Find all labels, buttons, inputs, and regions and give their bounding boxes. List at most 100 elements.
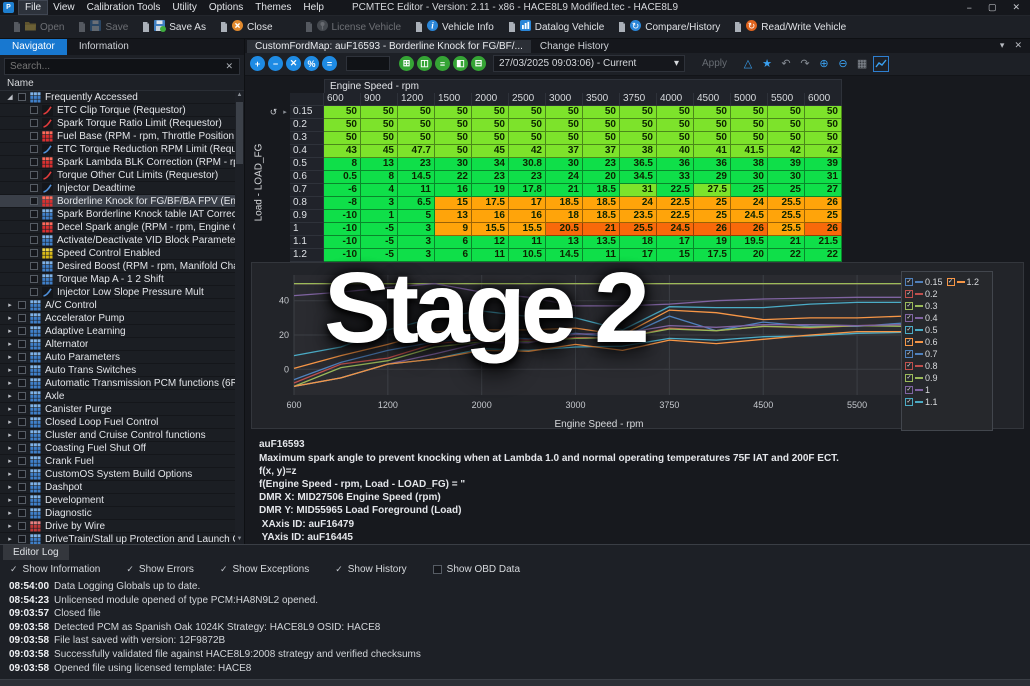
scroll-down-icon[interactable]: ▼	[235, 535, 244, 544]
tree-item-closed-loop-fuel-control[interactable]: ▸Closed Loop Fuel Control	[0, 416, 235, 429]
legend-checkbox[interactable]: ✓	[905, 326, 913, 334]
collapse-arrow-icon[interactable]: ▸	[6, 327, 14, 335]
tree-item-automatic-transmission-pcm-functions-6r80-10r80-5r55[interactable]: ▸Automatic Transmission PCM functions (6…	[0, 377, 235, 390]
map-cell[interactable]: 13	[361, 158, 398, 171]
tree-item-desired-boost-rpm-rpm-manifold-charge-temperat[interactable]: Desired Boost (RPM - rpm, Manifold Charg…	[0, 260, 235, 273]
map-cell[interactable]: 40	[657, 145, 694, 158]
map-cell[interactable]: 50	[583, 132, 620, 145]
legend-checkbox[interactable]: ✓	[905, 314, 913, 322]
legend-checkbox[interactable]: ✓	[905, 362, 913, 370]
tree-item-checkbox[interactable]	[30, 210, 38, 218]
filter-show-exceptions[interactable]: ✓Show Exceptions	[220, 564, 309, 575]
map-cell[interactable]: 21	[583, 223, 620, 236]
compare-history-button[interactable]: ↻Compare/History	[611, 17, 727, 37]
menu-themes[interactable]: Themes	[249, 1, 297, 14]
map-cell[interactable]: 50	[361, 106, 398, 119]
tree-item-etc-clip-torque-requestor[interactable]: ETC Clip Torque (Requestor)	[0, 104, 235, 117]
map-cell[interactable]: 36	[694, 158, 731, 171]
tree-item-a-c-control[interactable]: ▸A/C Control	[0, 299, 235, 312]
tree-item-checkbox[interactable]	[18, 392, 26, 400]
map-cell[interactable]: 15.5	[472, 223, 509, 236]
editor-log-tab[interactable]: Editor Log	[3, 545, 69, 560]
map-cell[interactable]: -5	[361, 236, 398, 249]
map-cell[interactable]: 50	[620, 132, 657, 145]
tree-item-checkbox[interactable]	[30, 262, 38, 270]
map-cell[interactable]: 3	[398, 249, 435, 262]
map-cell[interactable]: 50	[583, 119, 620, 132]
map-cell[interactable]: 50	[620, 119, 657, 132]
tree-item-canister-purge[interactable]: ▸Canister Purge	[0, 403, 235, 416]
map-cell[interactable]: 21	[768, 236, 805, 249]
tree-item-checkbox[interactable]	[18, 470, 26, 478]
map-cell[interactable]: 42	[768, 145, 805, 158]
map-cell[interactable]: 25.5	[768, 210, 805, 223]
tree-item-checkbox[interactable]	[18, 418, 26, 426]
map-cell[interactable]: -10	[324, 236, 361, 249]
map-cell[interactable]: 24.5	[731, 210, 768, 223]
tree-item-development[interactable]: ▸Development	[0, 494, 235, 507]
map-cell[interactable]: 23	[509, 171, 546, 184]
legend-checkbox[interactable]: ✓	[905, 374, 913, 382]
map-cell[interactable]: 50	[657, 106, 694, 119]
map-cell[interactable]: 50	[805, 106, 842, 119]
map-cell[interactable]: 50	[324, 132, 361, 145]
tree-item-spark-borderline-knock-table-iat-correction-mult-rp[interactable]: Spark Borderline Knock table IAT Correct…	[0, 208, 235, 221]
map-cell[interactable]: 6	[435, 236, 472, 249]
tree-item-torque-other-cut-limits-requestor[interactable]: Torque Other Cut Limits (Requestor)	[0, 169, 235, 182]
map-cell[interactable]: 50	[509, 106, 546, 119]
collapse-arrow-icon[interactable]: ▸	[6, 392, 14, 400]
collapse-arrow-icon[interactable]: ▸	[6, 405, 14, 413]
map-cell[interactable]: 34	[472, 158, 509, 171]
map-cell[interactable]: 23.5	[620, 210, 657, 223]
map-cell[interactable]: 42	[805, 145, 842, 158]
fill-split-button[interactable]: ◧	[453, 56, 468, 71]
map-cell[interactable]: 50	[398, 119, 435, 132]
map-cell[interactable]: 23	[472, 171, 509, 184]
tree-item-checkbox[interactable]	[30, 145, 38, 153]
map-cell[interactable]: 50	[546, 106, 583, 119]
tree-item-checkbox[interactable]	[18, 301, 26, 309]
tree-item-injector-deadtime[interactable]: Injector Deadtime	[0, 182, 235, 195]
tree-item-checkbox[interactable]	[30, 171, 38, 179]
map-cell[interactable]: 47.7	[398, 145, 435, 158]
map-cell[interactable]: 18.5	[583, 197, 620, 210]
map-cell[interactable]: 50	[398, 106, 435, 119]
map-cell[interactable]: 24	[546, 171, 583, 184]
map-cell[interactable]: 22.5	[657, 184, 694, 197]
fill-columns-button[interactable]: ◫	[417, 56, 432, 71]
collapse-arrow-icon[interactable]: ▸	[6, 509, 14, 517]
tree-item-checkbox[interactable]	[30, 275, 38, 283]
menu-help[interactable]: Help	[297, 1, 330, 14]
map-cell[interactable]: 25.5	[768, 197, 805, 210]
tree-item-speed-control-enabled[interactable]: Speed Control Enabled	[0, 247, 235, 260]
scrollbar-thumb[interactable]	[236, 102, 243, 164]
filter-show-history[interactable]: ✓Show History	[335, 564, 406, 575]
tree-item-checkbox[interactable]	[18, 483, 26, 491]
tree-item-checkbox[interactable]	[18, 522, 26, 530]
fill-range-button[interactable]: ⊟	[471, 56, 486, 71]
map-cell[interactable]: 22.5	[657, 210, 694, 223]
map-cell[interactable]: 19	[694, 236, 731, 249]
collapse-arrow-icon[interactable]: ▸	[6, 431, 14, 439]
tree-item-injector-low-slope-pressure-mult[interactable]: Injector Low Slope Pressure Mult	[0, 286, 235, 299]
tree-item-auto-trans-switches[interactable]: ▸Auto Trans Switches	[0, 364, 235, 377]
map-cell[interactable]: 30	[731, 171, 768, 184]
collapse-arrow-icon[interactable]: ▸	[6, 340, 14, 348]
map-cell[interactable]: 23	[398, 158, 435, 171]
legend-checkbox[interactable]: ✓	[905, 398, 913, 406]
close-document-icon[interactable]: ✕	[1014, 40, 1022, 51]
maximize-button[interactable]: ▢	[988, 2, 997, 13]
undo-cell-icon[interactable]: ↺	[267, 106, 280, 119]
tree-item-spark-torque-ratio-limit-requestor[interactable]: Spark Torque Ratio Limit (Requestor)	[0, 117, 235, 130]
map-cell[interactable]: 50	[324, 119, 361, 132]
map-cell[interactable]: 23	[583, 158, 620, 171]
tree-item-drivetrain-stall-up-protection-and-launch-control[interactable]: ▸DriveTrain/Stall up Protection and Laun…	[0, 533, 235, 544]
cell-value-input[interactable]	[346, 56, 390, 71]
map-cell[interactable]: 25.5	[768, 223, 805, 236]
fill-all-button[interactable]: ⊞	[399, 56, 414, 71]
map-cell[interactable]: 33	[657, 171, 694, 184]
map-cell[interactable]: 50	[509, 132, 546, 145]
map-cell[interactable]: 22	[768, 249, 805, 262]
close-button[interactable]: Close	[213, 17, 280, 37]
map-cell[interactable]: 50	[435, 145, 472, 158]
